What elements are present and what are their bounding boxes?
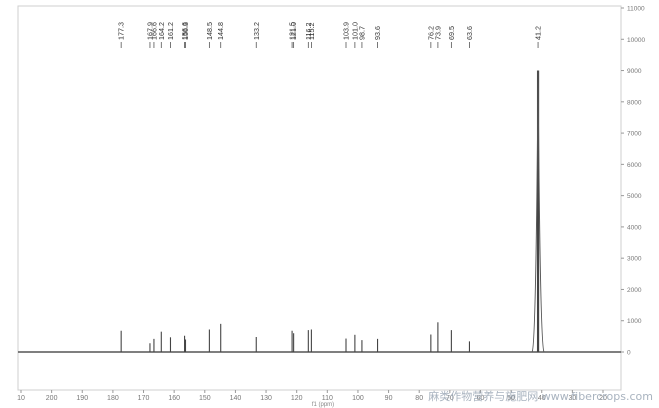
x-axis-title: f1 (ppm)	[312, 402, 334, 408]
x-tick-label: 90	[385, 395, 393, 402]
peak-label: 133.2	[252, 22, 261, 40]
y-tick-label: 9000	[627, 68, 642, 75]
peak-label: 144.8	[216, 22, 225, 40]
peak-label: 161.2	[166, 22, 175, 40]
x-tick-label: 130	[260, 395, 272, 402]
peak-label: 164.2	[157, 22, 166, 40]
peak-label: 148.5	[205, 22, 214, 40]
peak-label: 177.3	[117, 22, 126, 40]
peak-label: 69.5	[447, 26, 456, 40]
y-tick-label: 7000	[627, 131, 642, 138]
y-tick-label: 4000	[627, 224, 642, 231]
y-axis: 0 1000 2000 3000 4000 5000 6000 7000 8000 9000 100…	[621, 6, 645, 357]
x-tick-label: 110	[322, 395, 333, 402]
y-tick-label: 2000	[627, 287, 642, 294]
y-tick-label: 3000	[627, 256, 642, 263]
peak-label: 73.9	[433, 26, 442, 40]
y-tick-label: 1000	[627, 318, 642, 325]
y-tick-label: 0	[627, 350, 631, 357]
x-tick-label: 150	[199, 395, 211, 402]
x-tick-label: 120	[291, 395, 303, 402]
peak-label: 93.6	[373, 26, 382, 40]
peak-label: 115.2	[307, 23, 316, 40]
x-tick-label: 200	[46, 395, 58, 402]
x-tick-label: 80	[415, 395, 423, 402]
x-tick-label: 190	[76, 395, 88, 402]
peak-label: 63.6	[465, 26, 474, 40]
peak-label: 103.9	[342, 22, 351, 40]
plot-area	[17, 5, 622, 391]
x-tick-label: 160	[168, 395, 180, 402]
y-tick-label: 6000	[627, 162, 642, 169]
y-tick-label: 10000	[627, 37, 645, 44]
watermark: 麻类作物营养与施肥网 www.fibercrops.com	[428, 390, 653, 403]
x-tick-label: 100	[352, 395, 364, 402]
peak-label: 156.3	[181, 22, 190, 40]
y-tick-label: 8000	[627, 99, 642, 106]
nmr-spectrum-chart: 0 1000 2000 3000 4000 5000 6000 7000 8000 9000 100…	[17, 5, 645, 408]
x-tick-label: 10	[17, 395, 25, 402]
peak-label: 121.0	[289, 22, 298, 40]
peak-label: 41.2	[534, 26, 543, 40]
peak-label: 98.7	[357, 26, 366, 40]
y-tick-label: 11000	[627, 6, 645, 13]
x-tick-label: 140	[230, 395, 242, 402]
x-tick-label: 180	[107, 395, 119, 402]
y-tick-label: 5000	[627, 193, 642, 200]
plot-frame	[17, 5, 622, 391]
x-tick-label: 170	[138, 395, 150, 402]
